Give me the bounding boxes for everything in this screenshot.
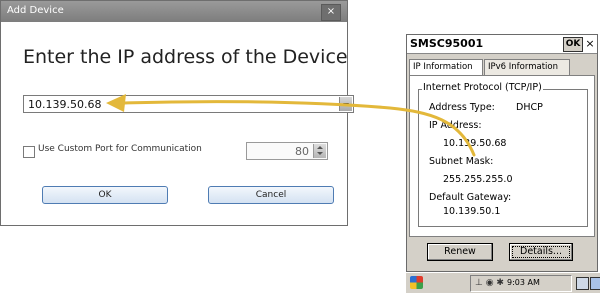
callout-arrow (106, 94, 476, 157)
arrowhead-icon (106, 94, 126, 112)
arrow-curve (122, 100, 476, 157)
